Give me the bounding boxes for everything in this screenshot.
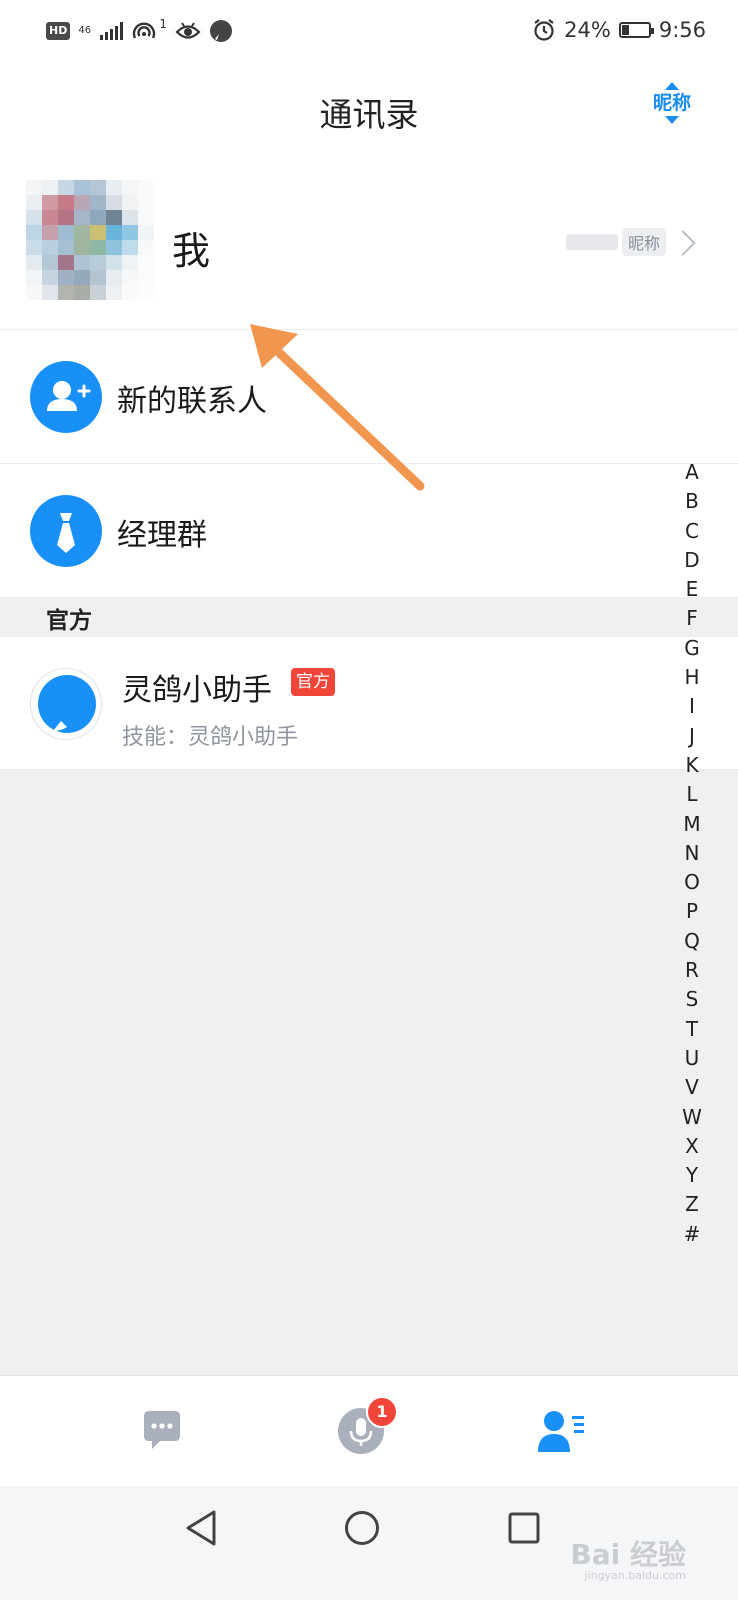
chat-bubble-icon (144, 1411, 180, 1449)
assistant-skill: 技能：灵鸽小助手 (122, 725, 299, 750)
signal-icon (100, 22, 124, 40)
hd-indicator: HD (46, 22, 71, 40)
sort-up-icon (665, 82, 679, 90)
sort-down-icon (665, 116, 679, 124)
avatar (26, 180, 156, 304)
index-letter[interactable]: K (678, 751, 706, 780)
eye-icon (175, 22, 201, 39)
app-header: 通讯录 昵称 (0, 60, 738, 159)
index-letter[interactable]: C (678, 517, 706, 546)
page-title: 通讯录 (319, 95, 419, 134)
index-letter[interactable]: T (678, 1015, 706, 1044)
index-letter[interactable]: Q (678, 927, 706, 956)
index-letter[interactable]: X (678, 1132, 706, 1161)
index-letter[interactable]: O (678, 868, 706, 897)
baidu-watermark: Bai 经验 jingyan.baidu.com (570, 1540, 686, 1582)
index-letter[interactable]: J (678, 722, 706, 751)
hotspot-count: 1 (159, 17, 167, 31)
status-right: 24% 9:56 (532, 14, 706, 46)
official-badge: 官方 (291, 668, 335, 696)
watermark-text: Bai 经验 (570, 1538, 686, 1571)
index-letter[interactable]: L (678, 780, 706, 809)
index-letter[interactable]: Z (678, 1190, 706, 1219)
index-letter[interactable]: S (678, 985, 706, 1014)
index-letter[interactable]: P (678, 897, 706, 926)
manager-group-label: 经理群 (117, 518, 207, 553)
back-icon[interactable] (184, 1508, 218, 1548)
section-title: 官方 (46, 608, 92, 634)
annotation-arrow-icon (250, 324, 425, 491)
index-letter[interactable]: W (678, 1103, 706, 1132)
voice-badge: 1 (366, 1396, 398, 1428)
tie-icon (30, 495, 102, 567)
section-header-official: 官方 (0, 597, 738, 637)
index-letter[interactable]: V (678, 1073, 706, 1102)
clock: 9:56 (658, 18, 706, 42)
nickname-blurred (566, 234, 618, 250)
bottom-navigation: 1 (0, 1375, 738, 1486)
recent-apps-icon[interactable] (508, 1512, 540, 1544)
chevron-right-icon (670, 230, 696, 256)
app-notification-icon (209, 20, 232, 42)
index-letter[interactable]: Y (678, 1161, 706, 1190)
network-type: 46 (78, 25, 92, 36)
battery-icon (618, 22, 654, 38)
index-letter[interactable]: G (678, 634, 706, 663)
tab-contacts[interactable] (492, 1376, 738, 1486)
index-letter[interactable]: E (678, 575, 706, 604)
sort-label: 昵称 (652, 92, 691, 114)
watermark-url: jingyan.baidu.com (584, 1569, 686, 1582)
index-letter[interactable]: U (678, 1044, 706, 1073)
index-letter[interactable]: H (678, 663, 706, 692)
assistant-name: 灵鸽小助手 (122, 673, 272, 708)
index-letter[interactable]: M (678, 810, 706, 839)
battery-percent: 24% (564, 18, 611, 42)
status-bar: HD 46 1 24% 9:56 (0, 0, 738, 60)
add-contact-icon (30, 361, 102, 433)
system-navigation-bar: Bai 经验 jingyan.baidu.com (0, 1486, 738, 1600)
assistant-avatar (30, 668, 102, 740)
my-profile-row[interactable]: 我 昵称 (0, 158, 738, 330)
index-letter[interactable]: # (678, 1220, 706, 1249)
sort-by-nickname-button[interactable]: 昵称 (650, 82, 694, 136)
index-letter[interactable]: D (678, 546, 706, 575)
index-letter[interactable]: B (678, 487, 706, 516)
assistant-contact-row[interactable]: 灵鸽小助手 官方 技能：灵鸽小助手 (0, 637, 738, 770)
nickname-tag: 昵称 (622, 228, 667, 256)
index-letter[interactable]: I (678, 692, 706, 721)
alarm-icon (534, 19, 554, 41)
tab-voice[interactable]: 1 (246, 1376, 492, 1486)
index-letter[interactable]: R (678, 956, 706, 985)
home-icon[interactable] (344, 1510, 380, 1546)
my-name: 我 (172, 229, 211, 273)
alphabet-index[interactable]: A B C D E F G H I J K L M N O P Q R S T … (678, 458, 706, 1249)
index-letter[interactable]: A (678, 458, 706, 487)
status-left: HD 46 1 (46, 16, 233, 46)
contacts-icon (538, 1411, 584, 1452)
index-letter[interactable]: N (678, 839, 706, 868)
index-letter[interactable]: F (678, 604, 706, 633)
hotspot-icon (133, 22, 156, 39)
